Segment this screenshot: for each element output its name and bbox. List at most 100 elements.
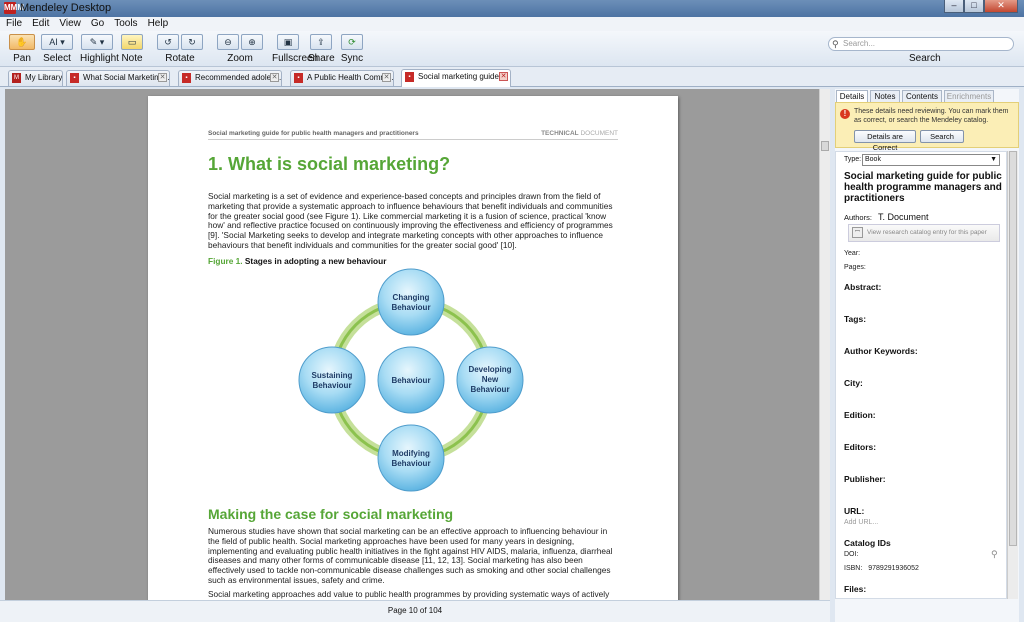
tab-label: What Social Marketing ... — [83, 73, 170, 82]
pdf-icon: ▪ — [294, 73, 303, 83]
highlight-label: Highlight — [80, 53, 119, 64]
authors-field[interactable]: Authors: T. Document — [844, 212, 929, 222]
details-scrollbar[interactable] — [1007, 151, 1018, 599]
window-controls: – □ ✕ — [944, 0, 1018, 14]
rotate-right-icon[interactable]: ↻ — [181, 34, 203, 50]
tab-recommended-adolesc[interactable]: ▪ Recommended adolesc... ✕ — [178, 70, 282, 86]
pan-label: Pan — [13, 53, 31, 64]
menu-tools[interactable]: Tools — [114, 17, 137, 31]
stage-behaviour: Behaviour — [377, 346, 445, 414]
editors-field[interactable]: Editors: — [844, 442, 876, 452]
stage-text: Changing — [393, 293, 430, 302]
type-select[interactable]: Book ▼ — [862, 154, 1000, 166]
tab-public-health-commu[interactable]: ▪ A Public Health Commu... ✕ — [290, 70, 394, 86]
running-header-tag-a: TECHNICAL — [541, 130, 579, 137]
tab-notes[interactable]: Notes — [870, 90, 900, 102]
menu-bar: File Edit View Go Tools Help — [0, 17, 1024, 31]
share-button[interactable]: ⇪ Share — [308, 34, 335, 64]
note-button[interactable]: ▭ Note — [120, 34, 144, 64]
close-tab-icon[interactable]: ✕ — [270, 73, 279, 82]
pages-field[interactable]: Pages: — [844, 264, 866, 271]
stage-text: New — [482, 375, 499, 384]
close-tab-icon[interactable]: ✕ — [382, 73, 391, 82]
text-select-icon: AI ▾ — [41, 34, 73, 50]
url-field[interactable]: URL: — [844, 506, 864, 516]
catalog-search-button[interactable]: Search — [920, 130, 964, 143]
type-label: Type: — [844, 156, 862, 163]
authors-label: Authors: — [844, 213, 872, 222]
edition-field[interactable]: Edition: — [844, 410, 876, 420]
pan-button[interactable]: ✋ Pan — [8, 34, 36, 64]
stage-text: Developing — [468, 365, 511, 374]
isbn-label: ISBN: — [844, 565, 863, 572]
review-message: These details need reviewing. You can ma… — [854, 108, 1009, 124]
review-notice: ! These details need reviewing. You can … — [835, 102, 1019, 152]
pdf-viewer[interactable]: Social marketing guide for public health… — [5, 89, 819, 600]
tab-label: A Public Health Commu... — [307, 73, 394, 82]
rotate-label: Rotate — [165, 53, 195, 64]
tab-enrichments[interactable]: Enrichments — [944, 90, 994, 102]
city-field[interactable]: City: — [844, 378, 863, 388]
people-icon: ꟷ — [852, 227, 863, 238]
doi-field[interactable]: DOI: — [844, 551, 858, 558]
close-tab-icon[interactable]: ✕ — [158, 73, 167, 82]
publisher-field[interactable]: Publisher: — [844, 474, 886, 484]
tags-field[interactable]: Tags: — [844, 314, 866, 324]
tab-my-library[interactable]: M My Library — [8, 70, 63, 86]
fullscreen-label: Fullscreen — [272, 53, 319, 64]
menu-go[interactable]: Go — [91, 17, 104, 31]
doi-lookup-icon[interactable]: ⚲ — [991, 549, 998, 560]
pdf-page[interactable]: Social marketing guide for public health… — [148, 96, 678, 600]
menu-view[interactable]: View — [59, 17, 81, 31]
details-scrollbar-thumb[interactable] — [1009, 151, 1017, 546]
type-select-value: Book — [865, 156, 881, 163]
stage-developing: Developing New Behaviour — [456, 346, 524, 414]
running-header-tag-b: DOCUMENT — [580, 130, 618, 137]
note-label: Note — [121, 53, 143, 64]
sync-label: Sync — [340, 53, 364, 64]
highlight-button[interactable]: ✎ ▾ Highlight — [80, 34, 119, 64]
paragraph: Numerous studies have shown that social … — [208, 526, 613, 585]
fullscreen-button[interactable]: ▣ Fullscreen — [272, 34, 319, 64]
sync-button[interactable]: ⟳ Sync — [340, 34, 364, 64]
tab-social-marketing-guide[interactable]: ▪ Social marketing guide ... ✕ — [401, 69, 511, 87]
monitor-icon: ▣ — [277, 34, 299, 50]
details-panel: Details Notes Contents Enrichments ! The… — [835, 89, 1019, 622]
running-header-title: Social marketing guide for public health… — [208, 130, 419, 137]
figure-title: Stages in adopting a new behaviour — [244, 256, 387, 266]
year-field[interactable]: Year: — [844, 250, 860, 257]
search-input[interactable]: ⚲ Search... — [828, 37, 1014, 51]
minimize-icon[interactable]: – — [944, 0, 964, 13]
zoom-in-icon[interactable]: ⊕ — [241, 34, 263, 50]
document-title-field[interactable]: Social marketing guide for public health… — [844, 171, 1002, 204]
view-catalog-entry-button[interactable]: ꟷ View research catalog entry for this p… — [848, 224, 1000, 242]
add-url-link[interactable]: Add URL... — [844, 519, 878, 526]
tab-details[interactable]: Details — [836, 90, 868, 102]
subsection-heading: Making the case for social marketing — [208, 506, 454, 522]
tab-contents[interactable]: Contents — [902, 90, 942, 102]
page-indicator: Page 10 of 104 — [387, 606, 443, 615]
share-icon: ⇪ — [310, 34, 332, 50]
menu-file[interactable]: File — [6, 17, 22, 31]
isbn-value: 9789291936052 — [868, 565, 919, 572]
close-tab-icon[interactable]: ✕ — [499, 72, 508, 81]
close-window-icon[interactable]: ✕ — [984, 0, 1018, 13]
zoom-out-icon[interactable]: ⊖ — [217, 34, 239, 50]
viewer-scrollbar[interactable] — [819, 89, 830, 600]
stage-modifying: Modifying Behaviour — [377, 424, 445, 492]
menu-edit[interactable]: Edit — [32, 17, 49, 31]
author-keywords-field[interactable]: Author Keywords: — [844, 346, 918, 356]
stage-text: Behaviour — [391, 303, 430, 312]
files-heading: Files: — [844, 584, 867, 594]
abstract-field[interactable]: Abstract: — [844, 282, 881, 292]
details-correct-button[interactable]: Details are Correct — [854, 130, 916, 152]
select-button[interactable]: AI ▾ Select — [40, 34, 74, 64]
isbn-field[interactable]: ISBN: 9789291936052 — [844, 565, 919, 572]
menu-help[interactable]: Help — [148, 17, 169, 31]
tab-what-social-marketing[interactable]: ▪ What Social Marketing ... ✕ — [66, 70, 170, 86]
catalog-ids-heading: Catalog IDs — [844, 538, 891, 548]
maximize-icon[interactable]: □ — [964, 0, 984, 13]
stage-text: Behaviour — [470, 385, 509, 394]
viewer-scrollbar-thumb[interactable] — [821, 141, 829, 151]
rotate-left-icon[interactable]: ↺ — [157, 34, 179, 50]
